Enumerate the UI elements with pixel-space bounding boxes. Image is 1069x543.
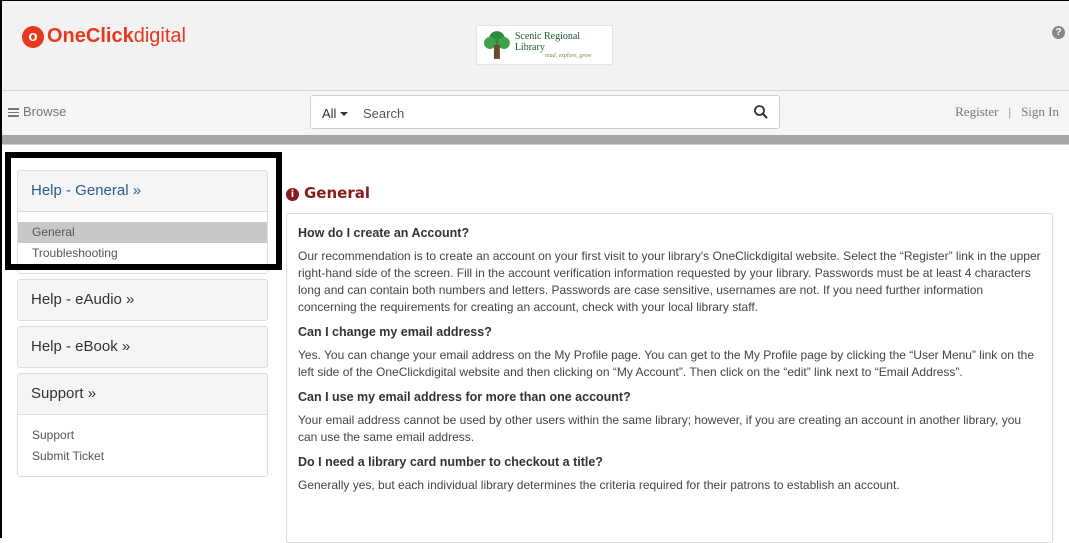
faq-answer: Generally yes, but each individual libra… [298,478,900,492]
faq-answer: Our recommendation is to create an accou… [298,249,1041,314]
search-bar: All [310,95,780,129]
search-icon[interactable] [753,104,769,120]
auth-separator: | [1008,104,1012,119]
sidebar-item-submit-ticket[interactable]: Submit Ticket [18,446,267,467]
faq-question: Do I need a library card number to check… [298,455,603,469]
faq-answer: Yes. You can change your email address o… [298,348,1034,379]
navbar: Browse All Register | Sign In [2,91,1069,135]
panel-support: Support » Support Submit Ticket [17,373,268,477]
library-logo[interactable]: Scenic Regional Library read, explore, g… [476,25,613,65]
faq-answer: Your email address cannot be used by oth… [298,413,1022,444]
tree-icon [483,31,510,59]
register-link[interactable]: Register [955,104,998,119]
page-title: i General [286,183,1056,203]
faq-question: Can I change my email address? [298,325,492,339]
faq-box: How do I create an Account? Our recommen… [286,213,1053,543]
main-content: i General How do I create an Account? Our… [286,183,1056,543]
header: o OneClick digital Scenic Regional Librar… [2,1,1069,91]
logo-text-suffix: digital [133,25,186,47]
panel-help-ebook: Help - eBook » [17,326,268,368]
caret-down-icon [340,112,349,116]
faq-question: How do I create an Account? [298,226,470,240]
sidebar-item-support[interactable]: Support [18,425,267,446]
panel-heading-help-ebook[interactable]: Help - eBook » [18,327,267,367]
panel-body-support: Support Submit Ticket [18,414,267,476]
library-name: Scenic Regional Library [514,30,581,53]
panel-heading-support[interactable]: Support » [18,374,267,414]
browse-label: Browse [23,104,67,119]
highlight-box [5,152,282,270]
hamburger-icon [8,108,19,117]
auth-links: Register | Sign In [955,104,1059,120]
logo-text-prefix: OneClick [47,25,134,47]
search-filter-label: All [322,106,337,121]
page-title-text: General [304,184,370,202]
faq-question: Can I use my email address for more than… [298,390,631,404]
oneclickdigital-logo[interactable]: o OneClick digital [22,25,186,48]
browse-button[interactable]: Browse [8,104,66,119]
library-tagline: read, explore, grow [544,52,592,59]
search-filter-dropdown[interactable]: All [322,106,349,121]
panel-help-eaudio: Help - eAudio » [17,279,268,321]
header-divider [2,135,1069,145]
info-circle-icon: i [286,188,299,201]
panel-heading-help-eaudio[interactable]: Help - eAudio » [18,280,267,320]
logo-icon: o [22,25,44,48]
sign-in-link[interactable]: Sign In [1021,104,1059,119]
search-input[interactable] [363,104,743,122]
question-circle-icon[interactable]: ? [1052,26,1065,39]
